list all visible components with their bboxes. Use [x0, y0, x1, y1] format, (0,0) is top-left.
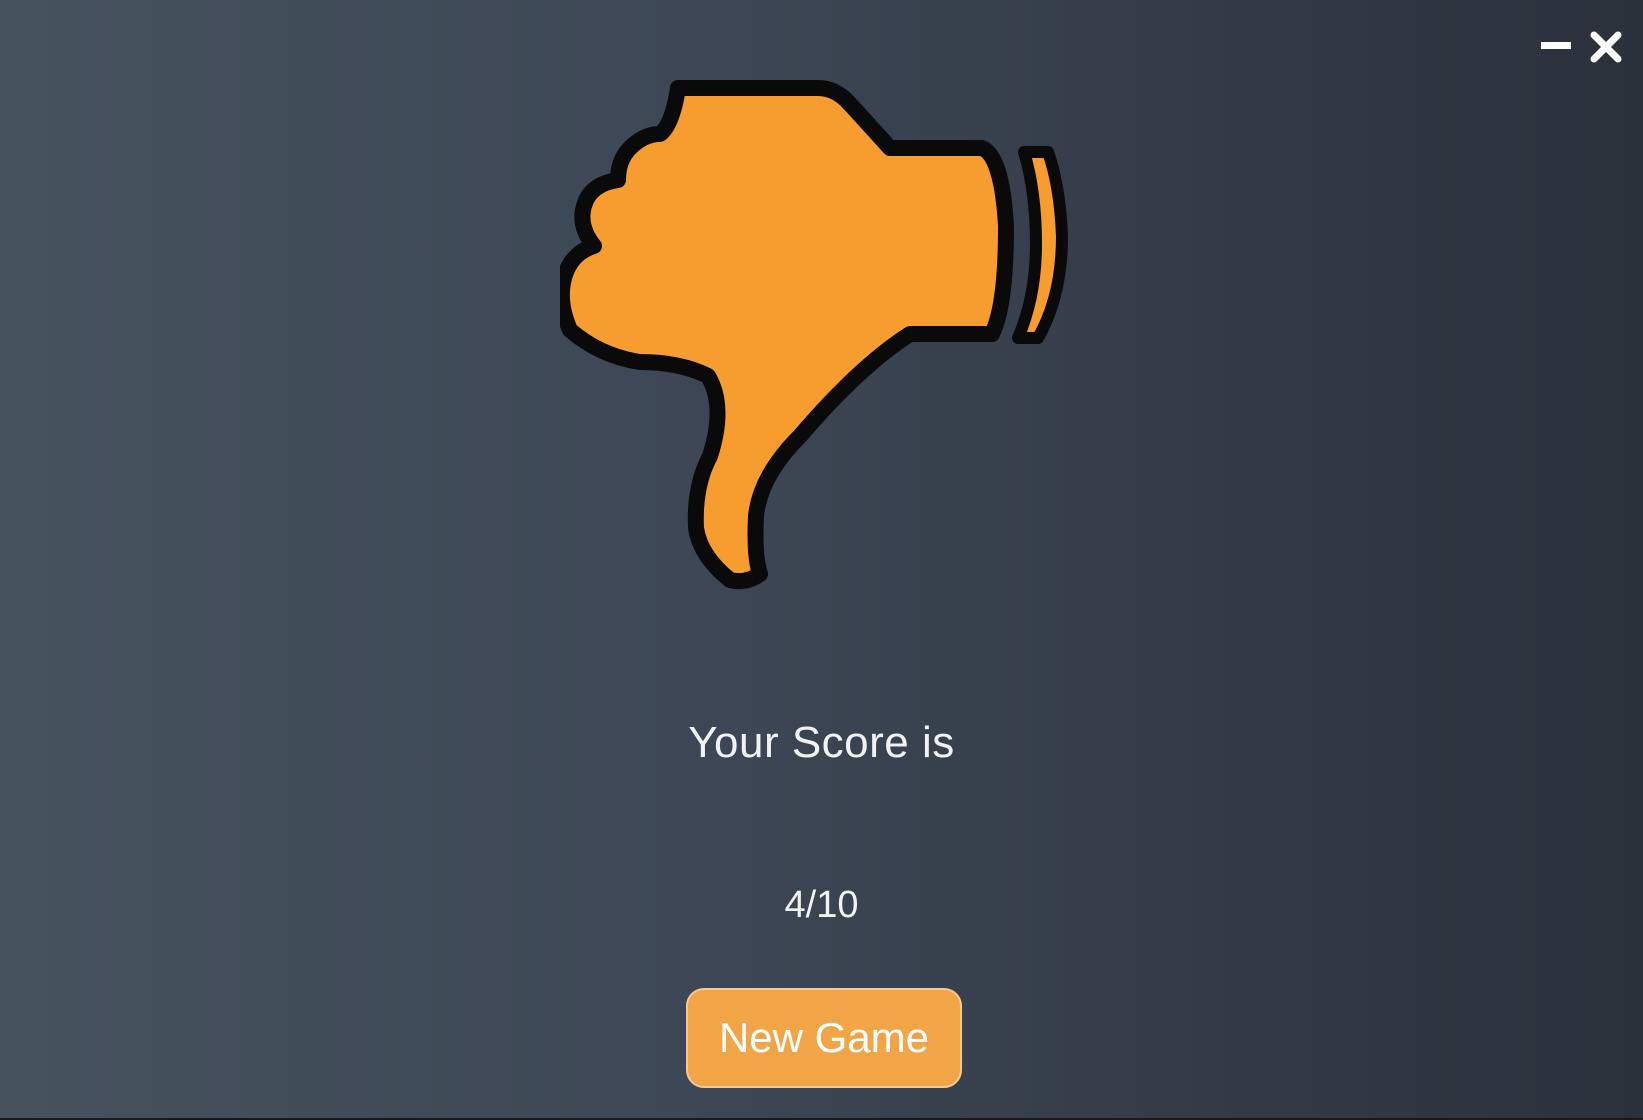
score-label: Your Score is: [688, 718, 955, 767]
minimize-icon: [1541, 42, 1571, 49]
thumbs-down-icon: [560, 80, 1068, 590]
new-game-button[interactable]: New Game: [686, 988, 962, 1088]
score-value: 4/10: [784, 884, 859, 926]
window-controls: [1539, 30, 1623, 64]
close-icon: [1590, 31, 1622, 63]
minimize-button[interactable]: [1539, 30, 1573, 64]
close-button[interactable]: [1589, 30, 1623, 64]
result-window: Your Score is 4/10 New Game: [0, 0, 1643, 1118]
